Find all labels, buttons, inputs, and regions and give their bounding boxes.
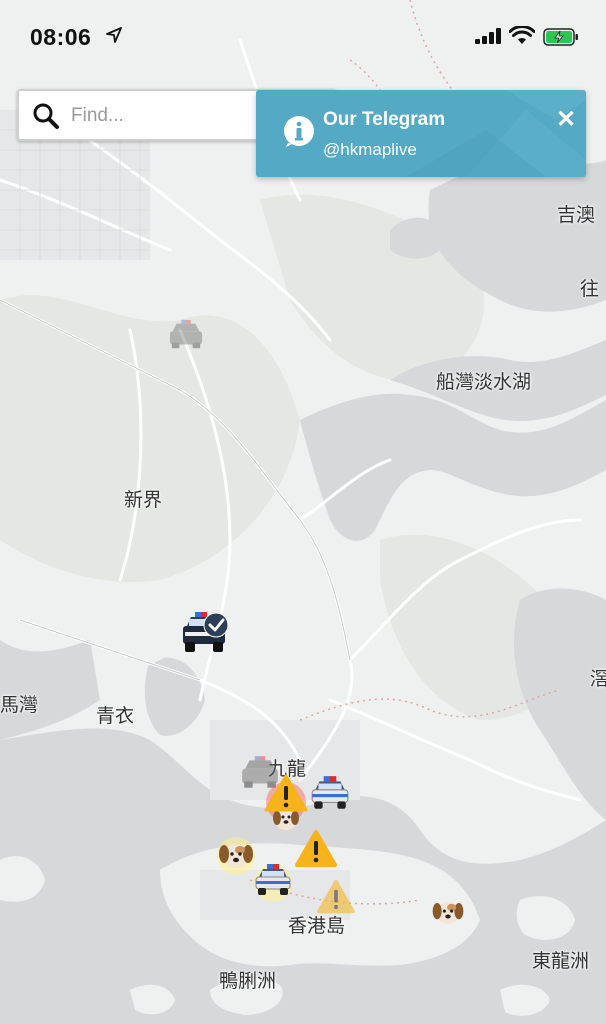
wifi-icon xyxy=(509,26,535,44)
cellular-signal-icon xyxy=(475,28,501,44)
police-car-icon[interactable] xyxy=(309,775,351,813)
search-icon xyxy=(33,103,59,129)
search-input[interactable] xyxy=(71,103,271,129)
close-icon[interactable]: ✕ xyxy=(554,108,578,132)
place-label: 吉澳 xyxy=(557,204,596,226)
dog-icon[interactable] xyxy=(427,893,469,931)
warning-icon[interactable] xyxy=(316,879,356,915)
police-car-icon[interactable] xyxy=(250,861,296,901)
place-label: 香港島 xyxy=(288,915,346,937)
police-van-verified-icon[interactable] xyxy=(181,610,233,658)
telegram-banner[interactable]: Our Telegram @hkmaplive ✕ xyxy=(256,90,586,177)
police-car-icon[interactable] xyxy=(167,318,205,352)
place-label: 東龍洲 xyxy=(532,950,590,972)
info-icon xyxy=(284,116,314,147)
place-label: 青衣 xyxy=(96,705,135,727)
place-label: 鴨脷洲 xyxy=(219,970,277,992)
warning-icon[interactable] xyxy=(262,772,310,834)
banner-title[interactable]: Our Telegram xyxy=(323,109,445,131)
battery-charging-icon xyxy=(543,28,578,46)
status-bar: 08:06 xyxy=(0,0,606,72)
warning-icon[interactable] xyxy=(294,829,338,869)
place-label: 馬灣 xyxy=(0,694,39,716)
banner-subtitle[interactable]: @hkmaplive xyxy=(323,140,417,160)
place-label: 船灣淡水湖 xyxy=(436,371,532,393)
place-label: 往 xyxy=(580,278,600,300)
place-label: 滘 xyxy=(590,668,606,690)
place-label: 新界 xyxy=(124,489,163,511)
location-arrow-icon xyxy=(106,27,122,43)
status-time: 08:06 xyxy=(30,24,92,50)
